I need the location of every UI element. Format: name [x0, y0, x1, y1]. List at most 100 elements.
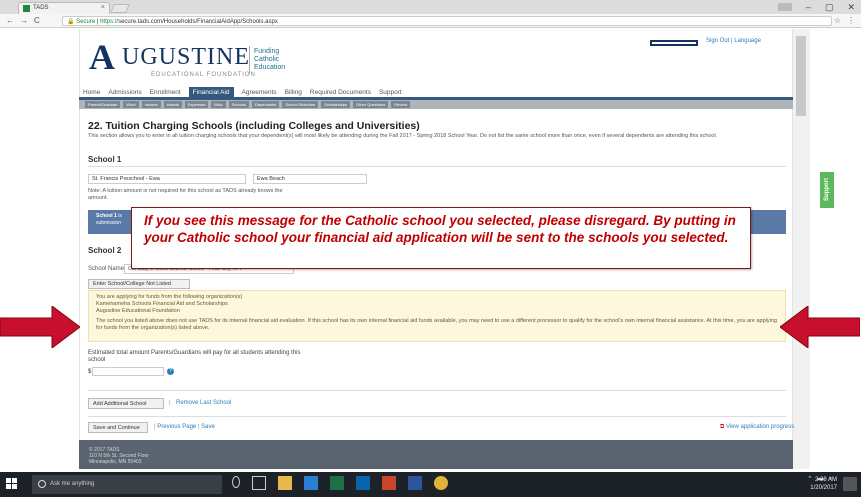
tagline-line: Education — [254, 64, 286, 71]
clock-time: 2:38 AM — [814, 477, 837, 483]
store-icon[interactable] — [304, 476, 318, 490]
scrollbar-thumb[interactable] — [796, 36, 806, 116]
url-path: secure.tads.com/Households/FinancialAidA… — [118, 19, 278, 25]
estimate-input[interactable] — [92, 367, 164, 376]
step-item[interactable]: Expenses — [184, 101, 209, 108]
close-window-button[interactable]: ✕ — [847, 2, 855, 13]
user-name-box — [650, 40, 698, 46]
separator: | — [154, 424, 156, 430]
secure-label: Secure — [76, 19, 96, 25]
steps-breadcrumb: Parent/Guardian Work Income Assets Expen… — [79, 101, 793, 108]
signout-language-links[interactable]: Sign Out | Language — [706, 38, 761, 44]
taskbar-clock[interactable]: 2:38 AM 1/20/2017 — [810, 476, 837, 492]
nav-buttons: ← → C — [6, 16, 40, 25]
support-tab[interactable]: Support — [820, 172, 834, 208]
bluebox-bold: School 1 — [96, 213, 117, 219]
school1-name-field[interactable]: St. Francis Preschool - Ewa — [88, 174, 246, 184]
step-item[interactable]: Schools — [228, 101, 249, 108]
maximize-button[interactable]: ▢ — [825, 2, 834, 13]
forward-icon[interactable]: → — [20, 16, 28, 25]
intro-text: This section allows you to enter in all … — [88, 133, 718, 139]
warning-paragraph: The school you listed above does not use… — [96, 318, 777, 331]
warning-line: Kamehameha Schools Financial Aid and Sch… — [96, 301, 228, 307]
warning-line: You are applying for funds from the foll… — [96, 294, 243, 300]
step-item[interactable]: Other Questions — [353, 101, 389, 108]
page-footer: © 2017 TADS 110 N 5th St. Second Floor M… — [79, 440, 793, 469]
step-item[interactable]: Work — [123, 101, 139, 108]
window-controls: – ▢ ✕ — [777, 0, 855, 14]
nav-billing[interactable]: Billing — [285, 89, 302, 96]
new-tab-button[interactable] — [110, 4, 130, 13]
powerpoint-icon[interactable] — [382, 476, 396, 490]
divider — [88, 416, 786, 417]
url-input[interactable]: 🔒 Secure | https://secure.tads.com/House… — [62, 16, 832, 26]
lock-icon: 🔒 — [67, 19, 75, 25]
currency-symbol: $ — [88, 369, 92, 375]
school1-heading: School 1 — [88, 155, 122, 164]
tab-close-icon[interactable]: × — [101, 4, 105, 11]
cortana-icon — [38, 480, 46, 488]
taskbar-search[interactable]: Ask me anything — [32, 475, 222, 494]
separator: | — [197, 424, 200, 430]
taskbar-apps — [232, 476, 448, 490]
word-icon[interactable] — [408, 476, 422, 490]
outlook-icon[interactable] — [356, 476, 370, 490]
step-item[interactable]: Review — [391, 101, 411, 108]
nav-financial-aid[interactable]: Financial Aid — [188, 86, 234, 98]
remove-school-link[interactable]: Remove Last School — [176, 400, 231, 406]
view-progress-label: View application progress — [725, 424, 795, 430]
previous-page-link[interactable]: Previous Page — [157, 424, 196, 430]
step-item[interactable]: Scholarships — [321, 101, 351, 108]
view-progress-link[interactable]: ⧉ View application progress — [720, 424, 794, 431]
logo-divider — [249, 46, 250, 74]
step-item[interactable]: Income — [141, 101, 161, 108]
nav-admissions[interactable]: Admissions — [108, 89, 141, 96]
school2-heading: School 2 — [88, 246, 122, 255]
logo-main: UGUSTINE — [122, 44, 250, 70]
nav-required-documents[interactable]: Required Documents — [310, 89, 371, 96]
school-not-listed-button[interactable]: Enter School/College Not Listed — [88, 279, 190, 289]
user-profile-icon[interactable] — [777, 3, 792, 11]
excel-icon[interactable] — [330, 476, 344, 490]
logo-tagline: Funding Catholic Education — [254, 48, 285, 72]
logo-subtitle: EDUCATIONAL FOUNDATION — [151, 72, 256, 78]
nav-home[interactable]: Home — [83, 89, 100, 96]
school-name-label: School Name — [88, 266, 125, 272]
step-item[interactable]: School Selection — [282, 101, 319, 108]
nav-enrollment[interactable]: Enrollment — [150, 89, 181, 96]
tab-title: TADS — [33, 5, 49, 11]
add-school-button[interactable]: Add Additional School — [88, 398, 164, 409]
nav-support[interactable]: Support — [379, 89, 402, 96]
help-icon[interactable]: ? — [167, 368, 174, 375]
address-bar-row: ← → C 🔒 Secure | https://secure.tads.com… — [0, 14, 861, 28]
minimize-button[interactable]: – — [806, 2, 811, 12]
step-item[interactable]: Assets — [163, 101, 182, 108]
tads-favicon-icon — [23, 5, 30, 12]
task-view-icon[interactable] — [252, 476, 266, 490]
notification-center-icon[interactable] — [843, 477, 857, 491]
logo-initial: A — [89, 37, 115, 77]
step-item[interactable]: Parent/Guardian — [85, 101, 121, 108]
nav-agreements[interactable]: Agreements — [242, 89, 277, 96]
browser-tab[interactable]: TADS × — [18, 2, 110, 14]
save-link[interactable]: Save — [201, 424, 215, 430]
chrome-icon[interactable] — [434, 476, 448, 490]
save-continue-button[interactable]: Save and Continue — [88, 422, 148, 433]
school1-city-field[interactable]: Ewa Beach — [253, 174, 367, 184]
reload-icon[interactable]: C — [34, 16, 40, 25]
step-item[interactable]: Misc — [211, 101, 226, 108]
back-icon[interactable]: ← — [6, 16, 14, 25]
mic-icon[interactable] — [232, 476, 240, 488]
estimate-label: Estimated total amount Parents/Guardians… — [88, 350, 301, 363]
tagline-line: Catholic — [254, 56, 280, 63]
footer-line: Minneapolis, MN 55403 — [89, 459, 142, 465]
step-item[interactable]: Dependents — [251, 101, 280, 108]
clock-date: 1/20/2017 — [810, 485, 837, 491]
windows-start-icon[interactable] — [6, 478, 18, 490]
browser-tab-bar: TADS × – ▢ ✕ — [0, 0, 861, 14]
menu-icon[interactable]: ⋮ — [847, 16, 855, 25]
bookmark-star-icon[interactable]: ☆ — [834, 16, 841, 25]
file-explorer-icon[interactable] — [278, 476, 292, 490]
school1-note: Note: A tuition amount is not required f… — [88, 188, 283, 201]
warning-line: Augustine Educational Foundation — [96, 308, 180, 314]
